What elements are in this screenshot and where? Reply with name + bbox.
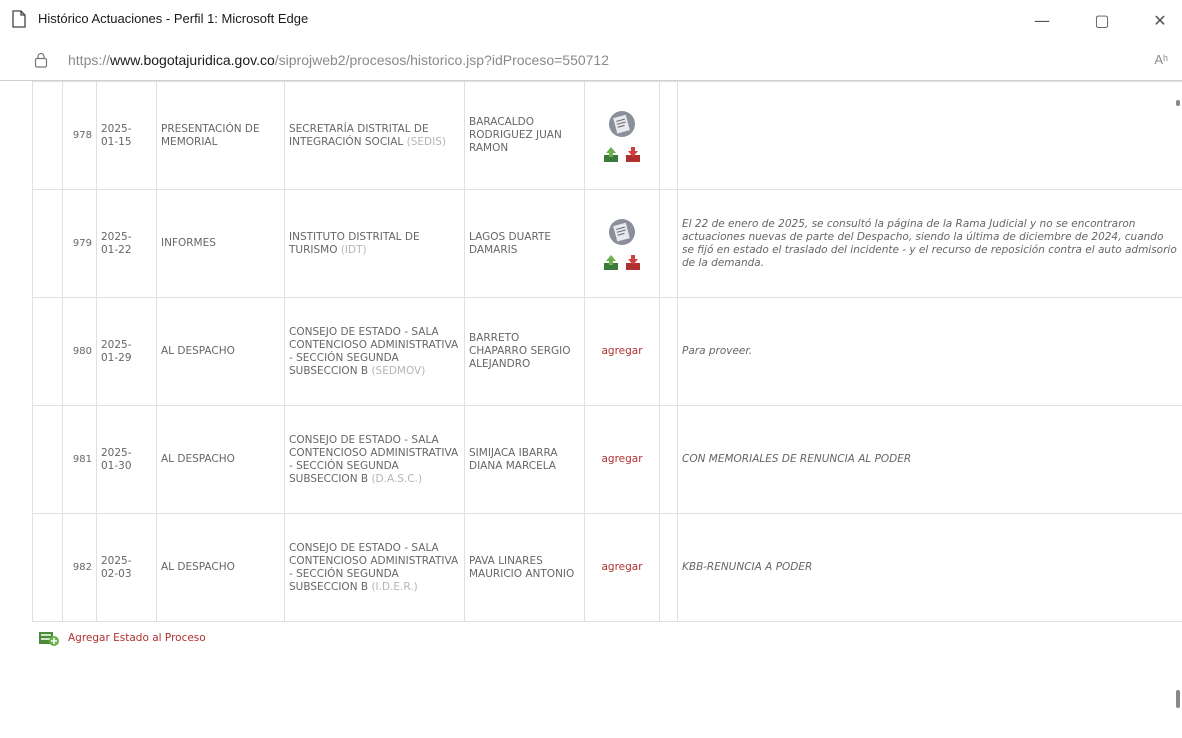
row-action [584, 189, 660, 298]
url-text[interactable]: https://www.bogotajuridica.gov.co/siproj… [68, 52, 609, 68]
history-table: 978 2025- 01-15 PRESENTACIÓN DE MEMORIAL … [32, 81, 1182, 622]
spacer-cell [659, 405, 678, 514]
download-icon[interactable] [624, 145, 642, 163]
row-abogado: SIMIJACA IBARRA DIANA MARCELA [464, 405, 585, 514]
entidad-sigla: (SEDMOV) [371, 364, 426, 377]
spacer-cell [659, 81, 678, 190]
row-observacion: CON MEMORIALES DE RENUNCIA AL PODER [677, 405, 1182, 514]
row-action: agregar [584, 513, 660, 622]
window-title: Histórico Actuaciones - Perfil 1: Micros… [38, 11, 309, 26]
spacer-cell [659, 297, 678, 406]
add-state-label: Agregar Estado al Proceso [68, 632, 206, 644]
entidad-sigla: (I.D.E.R.) [371, 580, 418, 593]
row-number: 981 [62, 405, 97, 514]
row-date-year: 2025- [101, 338, 132, 351]
edit-document-icon[interactable] [607, 217, 637, 247]
entidad-sigla: (SEDIS) [406, 135, 446, 148]
edit-document-icon[interactable] [607, 109, 637, 139]
row-date-year: 2025- [101, 446, 132, 459]
row-abogado: BARRETO CHAPARRO SERGIO ALEJANDRO [464, 297, 585, 406]
row-date-day: 02-03 [101, 567, 132, 580]
url-prefix: https:// [68, 52, 111, 68]
spacer-cell [659, 513, 678, 622]
row-date: 2025- 01-30 [96, 405, 157, 514]
row-action [584, 81, 660, 190]
scroll-indicator-top[interactable] [1176, 100, 1180, 106]
row-observacion: KBB-RENUNCIA A PODER [677, 513, 1182, 622]
row-number: 978 [62, 81, 97, 190]
row-date-day: 01-22 [101, 243, 132, 256]
entidad-sigla: (IDT) [340, 243, 367, 256]
table-row: 981 2025- 01-30 AL DESPACHO CONSEJO DE ES… [32, 405, 1182, 514]
row-actuacion: AL DESPACHO [156, 297, 285, 406]
row-action: agregar [584, 297, 660, 406]
spacer-cell [32, 189, 63, 298]
read-aloud-icon[interactable]: Aʰ [1154, 52, 1168, 67]
url-path: /siprojweb2/procesos/historico.jsp?idPro… [274, 52, 609, 68]
row-date-day: 01-15 [101, 135, 132, 148]
row-date: 2025- 01-22 [96, 189, 157, 298]
scroll-indicator-bottom[interactable] [1176, 690, 1180, 708]
spacer-cell [32, 513, 63, 622]
row-date-year: 2025- [101, 554, 132, 567]
entidad-sigla: (D.A.S.C.) [371, 472, 423, 485]
agregar-link[interactable]: agregar [601, 453, 642, 465]
row-actuacion: AL DESPACHO [156, 405, 285, 514]
row-entidad: CONSEJO DE ESTADO - SALA CONTENCIOSO ADM… [284, 297, 465, 406]
row-number: 979 [62, 189, 97, 298]
document-actions [589, 109, 655, 163]
row-date-year: 2025- [101, 122, 132, 135]
row-date-day: 01-30 [101, 459, 132, 472]
row-actuacion: PRESENTACIÓN DE MEMORIAL [156, 81, 285, 190]
row-date: 2025- 01-29 [96, 297, 157, 406]
spacer-cell [32, 297, 63, 406]
row-entidad: SECRETARÍA DISTRITAL DE INTEGRACIÓN SOCI… [284, 81, 465, 190]
agregar-link[interactable]: agregar [601, 561, 642, 573]
row-abogado: LAGOS DUARTE DAMARIS [464, 189, 585, 298]
document-actions [589, 217, 655, 271]
download-icon[interactable] [624, 253, 642, 271]
maximize-button[interactable]: ▢ [1082, 6, 1122, 34]
row-entidad: CONSEJO DE ESTADO - SALA CONTENCIOSO ADM… [284, 405, 465, 514]
window-titlebar: Histórico Actuaciones - Perfil 1: Micros… [0, 0, 1182, 40]
document-icon [12, 10, 26, 28]
row-abogado: BARACALDO RODRIGUEZ JUAN RAMON [464, 81, 585, 190]
row-number: 980 [62, 297, 97, 406]
row-entidad: INSTITUTO DISTRITAL DE TURISMO (IDT) [284, 189, 465, 298]
upload-icon[interactable] [602, 145, 620, 163]
table-row: 982 2025- 02-03 AL DESPACHO CONSEJO DE ES… [32, 513, 1182, 622]
page-content: 978 2025- 01-15 PRESENTACIÓN DE MEMORIAL … [0, 81, 1182, 738]
row-entidad: CONSEJO DE ESTADO - SALA CONTENCIOSO ADM… [284, 513, 465, 622]
table-row: 980 2025- 01-29 AL DESPACHO CONSEJO DE ES… [32, 297, 1182, 406]
add-state-icon [39, 632, 59, 646]
add-state-link[interactable]: Agregar Estado al Proceso [38, 629, 206, 647]
row-date: 2025- 01-15 [96, 81, 157, 190]
spacer-cell [32, 81, 63, 190]
page-info-icon[interactable] [34, 52, 48, 68]
minimize-button[interactable]: — [1022, 6, 1062, 34]
row-actuacion: AL DESPACHO [156, 513, 285, 622]
spacer-cell [32, 405, 63, 514]
row-observacion [677, 81, 1182, 190]
close-button[interactable]: ✕ [1140, 6, 1180, 34]
row-observacion: El 22 de enero de 2025, se consultó la p… [677, 189, 1182, 298]
url-domain: www.bogotajuridica.gov.co [110, 52, 275, 68]
table-row: 979 2025- 01-22 INFORMES INSTITUTO DISTRI… [32, 189, 1182, 298]
row-number: 982 [62, 513, 97, 622]
row-actuacion: INFORMES [156, 189, 285, 298]
upload-icon[interactable] [602, 253, 620, 271]
row-date-day: 01-29 [101, 351, 132, 364]
row-date: 2025- 02-03 [96, 513, 157, 622]
row-date-year: 2025- [101, 230, 132, 243]
agregar-link[interactable]: agregar [601, 345, 642, 357]
row-observacion: Para proveer. [677, 297, 1182, 406]
spacer-cell [659, 189, 678, 298]
table-row: 978 2025- 01-15 PRESENTACIÓN DE MEMORIAL … [32, 81, 1182, 190]
row-action: agregar [584, 405, 660, 514]
row-abogado: PAVA LINARES MAURICIO ANTONIO [464, 513, 585, 622]
